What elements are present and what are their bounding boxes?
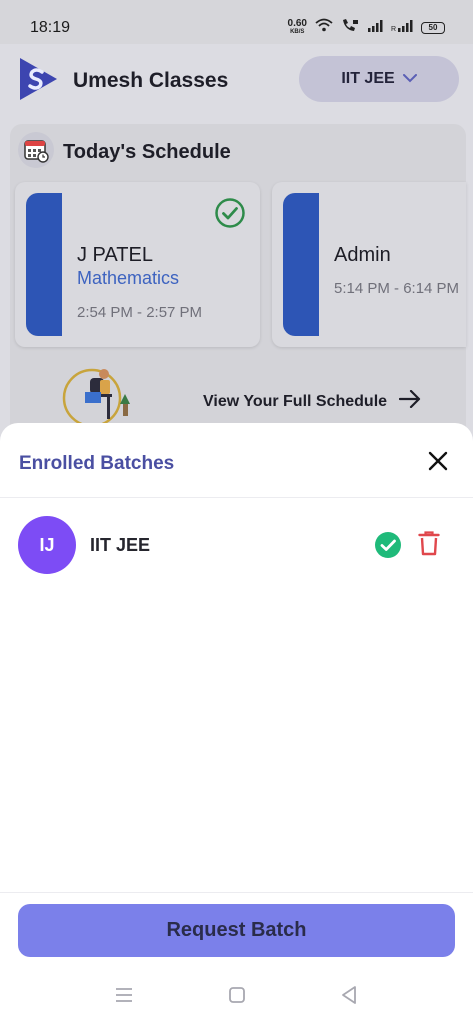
app-title: Umesh Classes [73,69,229,92]
back-icon[interactable] [337,984,361,1006]
class-card[interactable]: J PATEL Mathematics 2:54 PM - 2:57 PM [15,182,260,347]
signal-roaming-icon: R [391,19,413,37]
view-full-schedule-link[interactable]: View Your Full Schedule [203,389,421,413]
batch-selector[interactable]: IIT JEE [299,56,459,102]
sheet-title: Enrolled Batches [19,453,175,474]
network-speed-unit: KB/S [290,28,305,35]
divider [0,497,473,498]
volte-call-icon [341,18,359,37]
request-batch-button[interactable]: Request Batch [18,904,455,957]
check-circle-icon [374,531,402,564]
check-circle-icon [214,197,246,234]
batch-name: IIT JEE [90,535,151,555]
close-icon [428,451,448,476]
class-time: 5:14 PM - 6:14 PM [334,280,460,297]
class-subject: Mathematics [77,268,180,288]
class-time: 2:54 PM - 2:57 PM [77,304,203,321]
enrolled-batches-sheet: Enrolled Batches IJ IIT JEE Request Batc… [0,423,473,1024]
batch-avatar-initials: IJ [39,534,55,555]
system-navigation-bar [0,960,473,1024]
background-app: Umesh Classes IIT JEE Today's Schedule J… [0,44,473,454]
home-icon[interactable] [225,984,249,1006]
class-color-stripe [283,193,319,336]
class-teacher: Admin [334,244,391,266]
schedule-title: Today's Schedule [63,141,231,163]
chevron-down-icon [402,70,417,88]
menu-icon[interactable] [112,984,136,1006]
batch-avatar: IJ [18,516,76,574]
status-icons: 0.60 KB/S R 50 [288,18,445,37]
arrow-right-icon [398,389,421,413]
batch-selector-label: IIT JEE [341,70,395,87]
status-bar: 18:19 0.60 KB/S R 50 [0,0,473,44]
class-color-stripe [26,193,62,336]
status-time: 18:19 [30,19,71,36]
view-full-schedule-label: View Your Full Schedule [203,392,388,410]
battery-indicator: 50 [421,21,445,34]
divider [0,892,473,893]
svg-text:R: R [391,26,396,32]
calendar-icon [18,132,54,168]
trash-icon[interactable] [418,530,440,561]
class-teacher: J PATEL [77,244,153,266]
network-speed-value: 0.60 [287,17,307,29]
close-button[interactable] [424,449,452,477]
batch-list-item[interactable]: IJ IIT JEE [0,513,473,579]
class-card[interactable]: Admin 5:14 PM - 6:14 PM [272,182,466,347]
network-speed: 0.60 KB/S [287,17,307,36]
wifi-icon [315,18,333,37]
schedule-illustration [60,364,140,428]
app-logo [17,56,59,102]
schedule-card: Today's Schedule J PATEL Mathematics 2:5… [10,124,466,454]
signal-icon [367,19,383,37]
